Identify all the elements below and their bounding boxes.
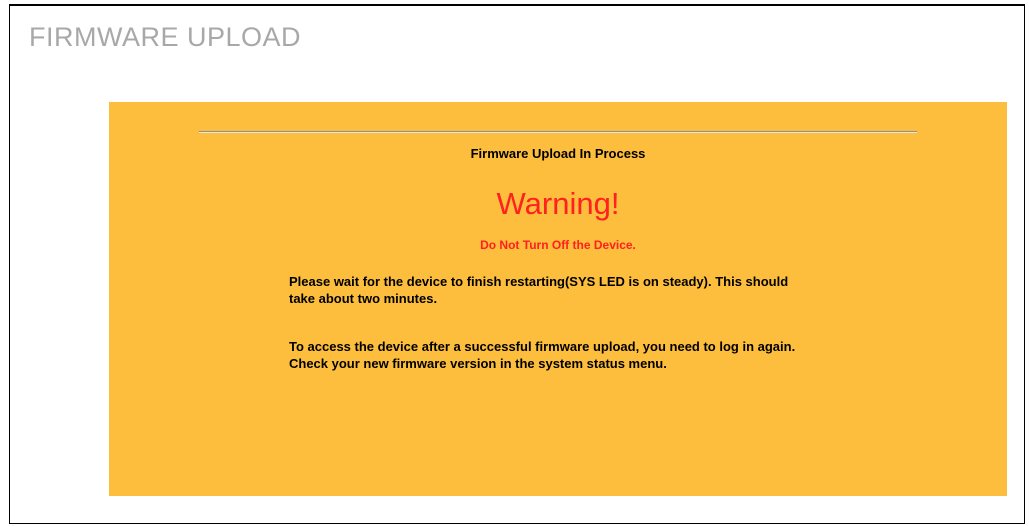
- window-frame: FIRMWARE UPLOAD Firmware Upload In Proce…: [9, 4, 1025, 524]
- wait-message: Please wait for the device to finish res…: [289, 274, 789, 306]
- warning-subtitle: Do Not Turn Off the Device.: [480, 238, 636, 252]
- divider: [199, 131, 917, 133]
- warning-title: Warning!: [496, 186, 620, 221]
- process-title: Firmware Upload In Process: [470, 146, 646, 161]
- page-title: FIRMWARE UPLOAD: [29, 22, 302, 52]
- upload-status-panel: Firmware Upload In Process Warning! Do N…: [109, 102, 1007, 496]
- access-message: To access the device after a successful …: [289, 339, 796, 371]
